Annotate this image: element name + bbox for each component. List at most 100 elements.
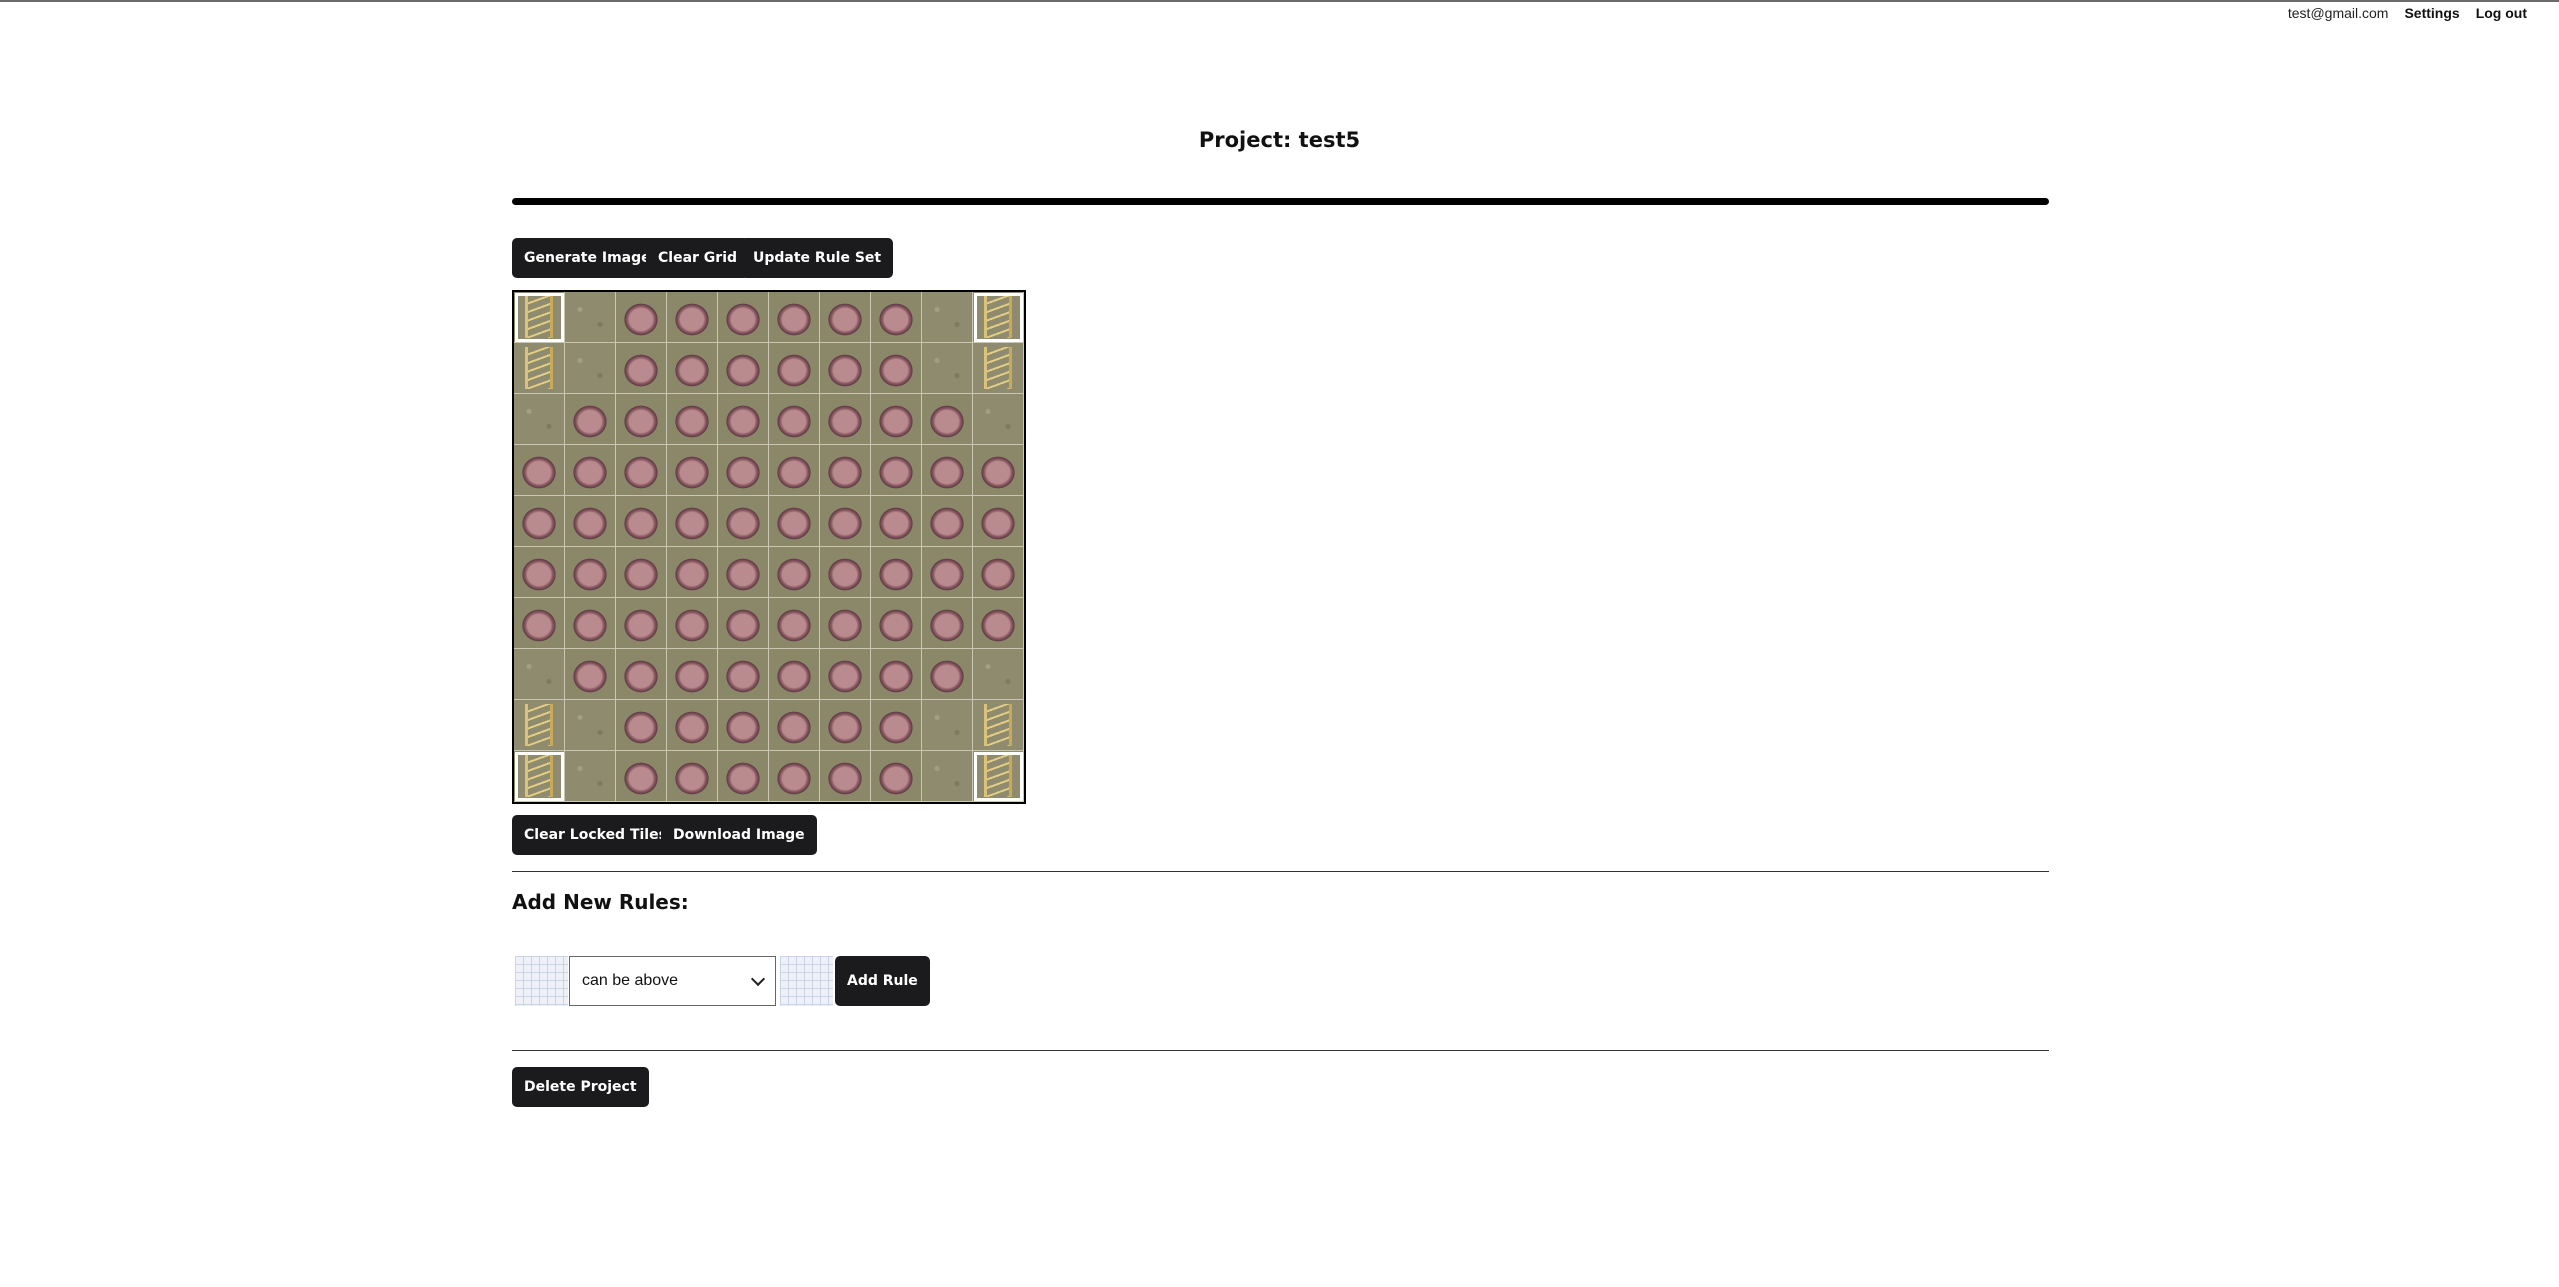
rock-tile[interactable] <box>973 496 1024 547</box>
rock-tile[interactable] <box>769 700 820 751</box>
ladder-tile[interactable] <box>514 343 565 394</box>
rock-tile[interactable] <box>820 649 871 700</box>
rock-tile[interactable] <box>871 445 922 496</box>
rock-tile[interactable] <box>973 445 1024 496</box>
rock-tile[interactable] <box>514 547 565 598</box>
rock-tile[interactable] <box>667 598 718 649</box>
rock-tile[interactable] <box>616 547 667 598</box>
delete-project-button[interactable]: Delete Project <box>512 1067 649 1107</box>
logout-link[interactable]: Log out <box>2476 5 2527 21</box>
rule-relation-select[interactable]: can be above <box>569 956 776 1006</box>
ladder-tile[interactable] <box>514 751 565 802</box>
sand-tile[interactable] <box>922 292 973 343</box>
rock-tile[interactable] <box>820 343 871 394</box>
rock-tile[interactable] <box>616 649 667 700</box>
rock-tile[interactable] <box>565 598 616 649</box>
rock-tile[interactable] <box>565 649 616 700</box>
rock-tile[interactable] <box>820 598 871 649</box>
sand-tile[interactable] <box>514 394 565 445</box>
rock-tile[interactable] <box>820 547 871 598</box>
rock-tile[interactable] <box>922 598 973 649</box>
sand-tile[interactable] <box>565 343 616 394</box>
rock-tile[interactable] <box>667 547 718 598</box>
rock-tile[interactable] <box>973 598 1024 649</box>
rock-tile[interactable] <box>514 598 565 649</box>
rock-tile[interactable] <box>616 394 667 445</box>
rock-tile[interactable] <box>769 598 820 649</box>
rock-tile[interactable] <box>667 700 718 751</box>
rock-tile[interactable] <box>667 292 718 343</box>
rock-tile[interactable] <box>616 700 667 751</box>
clear-grid-button[interactable]: Clear Grid <box>646 238 750 278</box>
rock-tile[interactable] <box>820 751 871 802</box>
rock-tile[interactable] <box>871 292 922 343</box>
ladder-tile[interactable] <box>973 751 1024 802</box>
rock-tile[interactable] <box>922 445 973 496</box>
add-rule-button[interactable]: Add Rule <box>835 956 930 1006</box>
sand-tile[interactable] <box>922 700 973 751</box>
rock-tile[interactable] <box>718 292 769 343</box>
rock-tile[interactable] <box>514 496 565 547</box>
rock-tile[interactable] <box>769 343 820 394</box>
rock-tile[interactable] <box>616 343 667 394</box>
rock-tile[interactable] <box>769 394 820 445</box>
rock-tile[interactable] <box>718 547 769 598</box>
rock-tile[interactable] <box>922 547 973 598</box>
rock-tile[interactable] <box>871 649 922 700</box>
rock-tile[interactable] <box>871 700 922 751</box>
ladder-tile[interactable] <box>973 343 1024 394</box>
rock-tile[interactable] <box>820 394 871 445</box>
rock-tile[interactable] <box>565 394 616 445</box>
rock-tile[interactable] <box>871 751 922 802</box>
rock-tile[interactable] <box>973 547 1024 598</box>
rock-tile[interactable] <box>616 751 667 802</box>
rock-tile[interactable] <box>769 445 820 496</box>
rock-tile[interactable] <box>514 445 565 496</box>
rock-tile[interactable] <box>871 598 922 649</box>
rock-tile[interactable] <box>667 649 718 700</box>
rock-tile[interactable] <box>667 445 718 496</box>
rock-tile[interactable] <box>718 751 769 802</box>
rock-tile[interactable] <box>616 598 667 649</box>
update-rule-set-button[interactable]: Update Rule Set <box>741 238 894 278</box>
sand-tile[interactable] <box>565 751 616 802</box>
rock-tile[interactable] <box>565 445 616 496</box>
rock-tile[interactable] <box>667 496 718 547</box>
rock-tile[interactable] <box>820 496 871 547</box>
rock-tile[interactable] <box>565 496 616 547</box>
rule-tile-slot-right[interactable] <box>780 956 833 1006</box>
ladder-tile[interactable] <box>514 292 565 343</box>
rock-tile[interactable] <box>718 496 769 547</box>
rock-tile[interactable] <box>820 700 871 751</box>
rock-tile[interactable] <box>616 292 667 343</box>
rule-tile-slot-left[interactable] <box>515 956 568 1006</box>
rock-tile[interactable] <box>718 700 769 751</box>
generate-image-button[interactable]: Generate Image <box>512 238 663 278</box>
rock-tile[interactable] <box>922 496 973 547</box>
sand-tile[interactable] <box>973 394 1024 445</box>
rock-tile[interactable] <box>769 649 820 700</box>
rock-tile[interactable] <box>871 394 922 445</box>
rock-tile[interactable] <box>769 751 820 802</box>
clear-locked-tiles-button[interactable]: Clear Locked Tiles <box>512 815 679 855</box>
rock-tile[interactable] <box>718 445 769 496</box>
ladder-tile[interactable] <box>973 700 1024 751</box>
rock-tile[interactable] <box>871 547 922 598</box>
sand-tile[interactable] <box>922 343 973 394</box>
tile-grid[interactable] <box>512 290 1026 804</box>
sand-tile[interactable] <box>565 700 616 751</box>
ladder-tile[interactable] <box>973 292 1024 343</box>
rock-tile[interactable] <box>667 343 718 394</box>
rock-tile[interactable] <box>871 343 922 394</box>
rock-tile[interactable] <box>718 649 769 700</box>
rock-tile[interactable] <box>718 343 769 394</box>
rock-tile[interactable] <box>565 547 616 598</box>
rock-tile[interactable] <box>667 394 718 445</box>
rock-tile[interactable] <box>718 394 769 445</box>
sand-tile[interactable] <box>565 292 616 343</box>
rock-tile[interactable] <box>922 394 973 445</box>
rock-tile[interactable] <box>616 445 667 496</box>
rock-tile[interactable] <box>616 496 667 547</box>
settings-link[interactable]: Settings <box>2404 5 2459 21</box>
ladder-tile[interactable] <box>514 700 565 751</box>
